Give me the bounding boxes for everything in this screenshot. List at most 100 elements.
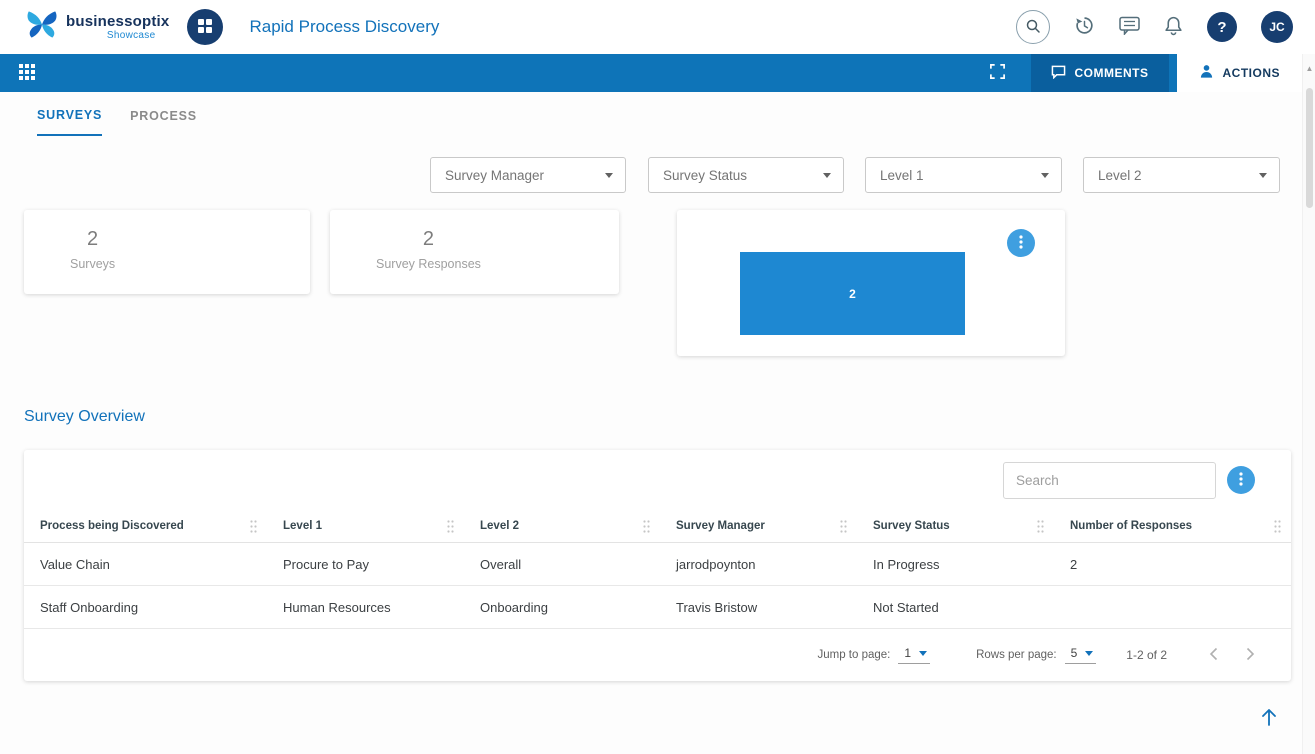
actions-button[interactable]: ACTIONS bbox=[1177, 54, 1303, 92]
filter-level-1[interactable]: Level 1 bbox=[865, 157, 1062, 193]
chevron-left-icon bbox=[1209, 647, 1218, 664]
section-title: Survey Overview bbox=[24, 408, 145, 426]
app-header: businessoptix Showcase Rapid Process Dis… bbox=[0, 0, 1315, 54]
help-button[interactable]: ? bbox=[1207, 12, 1237, 42]
arrow-up-icon bbox=[1260, 707, 1278, 730]
cell-process: Value Chain bbox=[24, 543, 267, 585]
next-page-button[interactable] bbox=[1246, 647, 1255, 664]
app-launcher-button[interactable] bbox=[187, 9, 223, 45]
kebab-menu-icon bbox=[1019, 235, 1023, 252]
chat-lines-icon bbox=[1119, 16, 1140, 38]
cell-level-1: Procure to Pay bbox=[267, 543, 464, 585]
column-header-level-1[interactable]: Level 1 bbox=[267, 510, 464, 542]
column-header-survey-status[interactable]: Survey Status bbox=[857, 510, 1054, 542]
drag-handle-icon[interactable] bbox=[643, 520, 650, 533]
drag-handle-icon[interactable] bbox=[447, 520, 454, 533]
scroll-to-top-button[interactable] bbox=[1254, 703, 1284, 733]
chevron-down-icon bbox=[1085, 651, 1093, 656]
comments-button-label: COMMENTS bbox=[1075, 66, 1149, 80]
rows-per-page-select[interactable]: 5 bbox=[1065, 646, 1097, 664]
cell-level-1: Human Resources bbox=[267, 586, 464, 628]
stat-card-survey-responses: 2 Survey Responses bbox=[330, 210, 619, 294]
comment-bubble-icon bbox=[1051, 65, 1066, 82]
apps-menu-button[interactable] bbox=[12, 58, 42, 88]
cell-survey-status: Not Started bbox=[857, 586, 1054, 628]
cell-level-2: Overall bbox=[464, 543, 660, 585]
page-scrollbar[interactable]: ▲ bbox=[1302, 54, 1315, 754]
cell-number-of-responses: 2 bbox=[1054, 543, 1291, 585]
history-button[interactable] bbox=[1074, 15, 1095, 39]
chart-bar[interactable]: 2 bbox=[740, 252, 965, 335]
drag-handle-icon[interactable] bbox=[250, 520, 257, 533]
chevron-down-icon bbox=[1259, 173, 1267, 178]
actions-button-label: ACTIONS bbox=[1223, 66, 1281, 80]
filter-survey-status[interactable]: Survey Status bbox=[648, 157, 844, 193]
column-header-survey-manager[interactable]: Survey Manager bbox=[660, 510, 857, 542]
search-icon bbox=[1025, 18, 1041, 37]
stat-card-surveys: 2 Surveys bbox=[24, 210, 310, 294]
rows-per-page-label: Rows per page: bbox=[976, 649, 1057, 661]
filter-level-2[interactable]: Level 2 bbox=[1083, 157, 1280, 193]
surveys-count-label: Surveys bbox=[70, 257, 115, 271]
bell-icon bbox=[1164, 15, 1183, 39]
filter-survey-manager-label: Survey Manager bbox=[445, 168, 544, 183]
tab-process[interactable]: PROCESS bbox=[130, 108, 197, 136]
filter-survey-status-label: Survey Status bbox=[663, 168, 747, 183]
survey-overview-table-card: Process being Discovered Level 1 Level 2… bbox=[24, 450, 1291, 681]
chart-menu-button[interactable] bbox=[1007, 229, 1035, 257]
drag-handle-icon[interactable] bbox=[840, 520, 847, 533]
waffle-grid-icon bbox=[19, 64, 35, 83]
search-button[interactable] bbox=[1016, 10, 1050, 44]
person-icon bbox=[1199, 64, 1214, 82]
scrollbar-up-arrow-icon[interactable]: ▲ bbox=[1303, 64, 1315, 73]
drag-handle-icon[interactable] bbox=[1037, 520, 1044, 533]
notifications-button[interactable] bbox=[1164, 15, 1183, 39]
businessoptix-logo[interactable]: businessoptix Showcase bbox=[26, 10, 169, 44]
filter-survey-manager[interactable]: Survey Manager bbox=[430, 157, 626, 193]
survey-responses-count-label: Survey Responses bbox=[376, 257, 481, 271]
logo-wordmark: businessoptix bbox=[66, 14, 169, 29]
column-header-number-of-responses[interactable]: Number of Responses bbox=[1054, 510, 1291, 542]
avatar[interactable]: JC bbox=[1261, 11, 1293, 43]
feedback-button[interactable] bbox=[1119, 16, 1140, 38]
page-title: Rapid Process Discovery bbox=[249, 17, 439, 37]
toolbar-right: COMMENTS ACTIONS bbox=[981, 54, 1303, 92]
tab-bar: SURVEYS PROCESS bbox=[37, 108, 197, 136]
column-header-process[interactable]: Process being Discovered bbox=[24, 510, 267, 542]
chevron-down-icon bbox=[605, 173, 613, 178]
cell-survey-manager: jarrodpoynton bbox=[660, 543, 857, 585]
jump-to-page-select[interactable]: 1 bbox=[898, 646, 930, 664]
logo-subtitle: Showcase bbox=[107, 31, 156, 41]
chevron-down-icon bbox=[1041, 173, 1049, 178]
chevron-down-icon bbox=[919, 651, 927, 656]
pagination-range: 1-2 of 2 bbox=[1126, 648, 1167, 662]
table-menu-button[interactable] bbox=[1227, 466, 1255, 494]
question-mark-icon: ? bbox=[1217, 19, 1226, 36]
filter-level-1-label: Level 1 bbox=[880, 168, 924, 183]
drag-handle-icon[interactable] bbox=[1274, 520, 1281, 533]
table-row[interactable]: Value Chain Procure to Pay Overall jarro… bbox=[24, 543, 1291, 586]
table-header-row: Process being Discovered Level 1 Level 2… bbox=[24, 510, 1291, 543]
previous-page-button[interactable] bbox=[1209, 647, 1218, 664]
survey-status-chart-card: 2 bbox=[677, 210, 1065, 356]
column-header-level-2[interactable]: Level 2 bbox=[464, 510, 660, 542]
comments-button[interactable]: COMMENTS bbox=[1031, 54, 1169, 92]
table-pagination: Jump to page: 1 Rows per page: 5 1-2 of … bbox=[24, 629, 1291, 681]
cell-number-of-responses bbox=[1054, 586, 1291, 628]
fullscreen-icon bbox=[989, 63, 1006, 83]
rows-per-page-value: 5 bbox=[1071, 646, 1078, 660]
search-input[interactable] bbox=[1003, 462, 1216, 499]
chevron-right-icon bbox=[1246, 647, 1255, 664]
tab-surveys[interactable]: SURVEYS bbox=[37, 108, 102, 136]
cell-survey-status: In Progress bbox=[857, 543, 1054, 585]
squares-grid-icon bbox=[197, 18, 213, 37]
fullscreen-button[interactable] bbox=[981, 56, 1015, 90]
app-window: businessoptix Showcase Rapid Process Dis… bbox=[0, 0, 1315, 754]
table-row[interactable]: Staff Onboarding Human Resources Onboard… bbox=[24, 586, 1291, 629]
scrollbar-thumb[interactable] bbox=[1306, 88, 1313, 208]
kebab-menu-icon bbox=[1239, 472, 1243, 489]
jump-to-page-value: 1 bbox=[904, 646, 911, 660]
survey-responses-count: 2 bbox=[376, 228, 481, 251]
surveys-count: 2 bbox=[70, 228, 115, 251]
cell-survey-manager: Travis Bristow bbox=[660, 586, 857, 628]
